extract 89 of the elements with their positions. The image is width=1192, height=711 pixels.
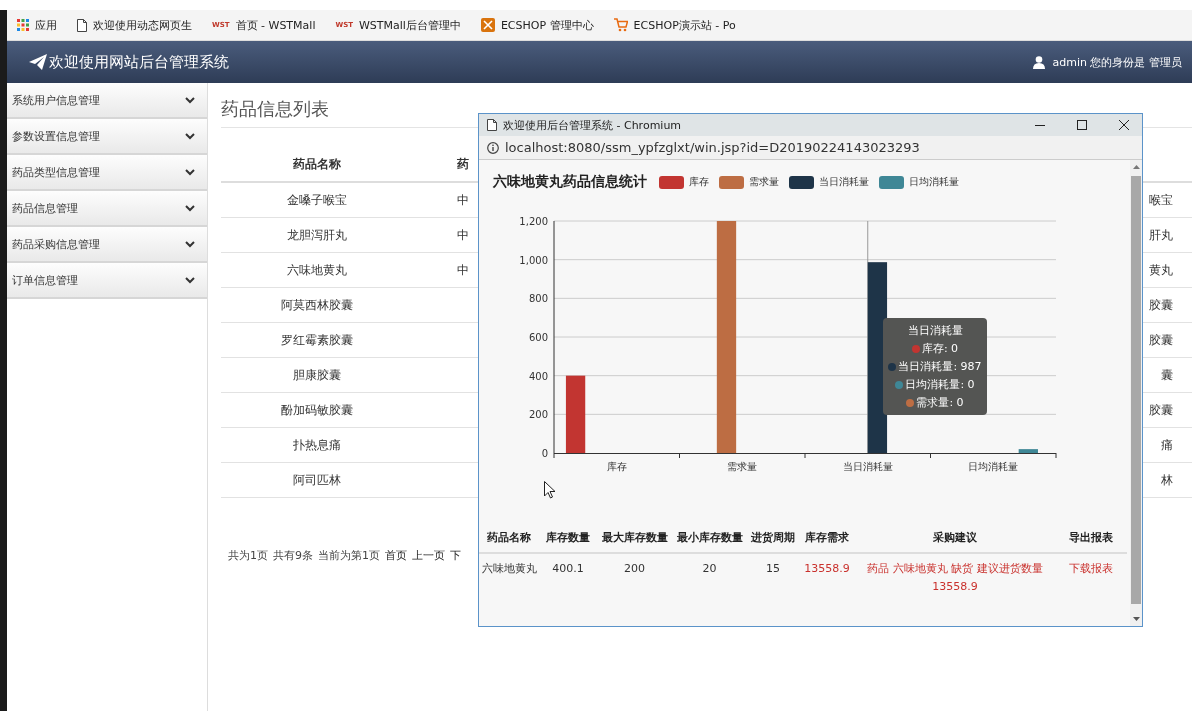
axis-label: 800 (528, 293, 548, 305)
table-cell: 15 (747, 553, 799, 602)
table-cell: 六味地黄丸 (221, 252, 413, 288)
bookmark[interactable]: 欢迎使用动态网页生 (77, 17, 192, 33)
axis-label: 400 (528, 370, 548, 382)
sidebar-item[interactable]: 参数设置信息管理 (7, 119, 207, 155)
chevron-down-icon (185, 276, 195, 284)
sidebar-item[interactable]: 药品类型信息管理 (7, 155, 207, 191)
sidebar-item[interactable]: 药品采购信息管理 (7, 227, 207, 263)
pagination-info: 共为1页 (228, 548, 268, 563)
info-icon (487, 141, 499, 154)
axis-label: 0 (541, 448, 548, 459)
mouse-pointer-icon (544, 481, 556, 499)
pagination-link[interactable]: 上一页 (412, 548, 445, 563)
tooltip-value: 库存: 0 (921, 341, 959, 356)
paper-plane-icon (29, 54, 47, 70)
chevron-down-icon (185, 204, 195, 212)
chevron-down-icon (185, 168, 195, 176)
axis-label: 600 (528, 332, 548, 343)
site-title: 欢迎使用网站后台管理系统 (49, 52, 229, 72)
user-info: admin 您的身份是 管理员 (1052, 54, 1182, 70)
bookmark[interactable]: ECSHOP 管理中心 (480, 17, 594, 33)
scroll-down-icon[interactable] (1132, 617, 1140, 621)
pagination-link[interactable]: 首页 (385, 548, 407, 563)
maximize-icon (1077, 120, 1087, 130)
page-icon (77, 18, 87, 32)
column-header: 库存数量 (539, 526, 597, 553)
table-cell: 400.1 (539, 553, 597, 602)
bookmark[interactable]: ECSHOP演示站 - Po (613, 17, 736, 33)
sidebar-item[interactable]: 系统用户信息管理 (7, 83, 207, 119)
legend-swatch[interactable] (789, 175, 814, 189)
tooltip-value: 需求量: 0 (916, 395, 964, 410)
axis-label: 日均消耗量 (968, 461, 1019, 472)
axis-label: 当日消耗量 (842, 461, 893, 472)
scrollbar[interactable] (1130, 160, 1142, 626)
sidebar-item[interactable]: 订单信息管理 (7, 263, 207, 299)
table-cell: 阿司匹林 (221, 462, 413, 498)
scroll-up-icon[interactable] (1132, 165, 1140, 169)
close-icon (1119, 120, 1129, 130)
legend-swatch[interactable] (719, 175, 744, 189)
table-cell: 200 (597, 553, 672, 602)
chevron-down-icon (185, 240, 195, 248)
user-icon (1032, 55, 1045, 69)
column-header: 最大库存数量 (597, 526, 672, 553)
column-header: 药品名称 (479, 526, 539, 553)
column-header: 最小库存数量 (672, 526, 747, 553)
legend-label[interactable]: 日均消耗量 (909, 175, 959, 189)
tooltip-value: 日均消耗量: 0 (905, 377, 975, 392)
square-icon (480, 18, 495, 32)
column-header: 导出报表 (1055, 526, 1127, 553)
column-header: 采购建议 (855, 526, 1055, 553)
pagination-info: 当前为第1页 (318, 548, 380, 563)
legend-label[interactable]: 当日消耗量 (819, 175, 869, 189)
axis-label: 需求量 (727, 461, 758, 472)
pagination-info: 共有9条 (273, 548, 313, 563)
column-header: 药品名称 (221, 148, 413, 182)
column-header: 库存需求 (799, 526, 855, 553)
apps-grid-icon (17, 19, 29, 31)
legend-label[interactable]: 需求量 (749, 175, 779, 189)
tooltip-value: 当日消耗量: 987 (898, 359, 982, 374)
chevron-down-icon (185, 96, 195, 104)
table-cell: 龙胆泻肝丸 (221, 217, 413, 253)
page-icon (487, 119, 497, 131)
chevron-down-icon (185, 132, 195, 140)
axis-label: 1,000 (519, 254, 548, 266)
table-cell: 罗红霉素胶囊 (221, 322, 413, 358)
axis-label: 库存 (606, 461, 627, 472)
table-cell: 阿莫西林胶囊 (221, 287, 413, 323)
legend-swatch[interactable] (659, 175, 684, 189)
table-cell: 胆康胶囊 (221, 357, 413, 393)
table-cell: 六味地黄丸 (479, 553, 539, 602)
axis-label: 200 (528, 409, 548, 421)
bookmark[interactable]: 应用 (17, 17, 57, 33)
bar[interactable] (565, 375, 586, 453)
legend-swatch[interactable] (879, 175, 904, 189)
cart-icon (613, 18, 628, 32)
table-cell: 金嗓子喉宝 (221, 182, 413, 218)
legend-label[interactable]: 库存 (689, 175, 709, 189)
sidebar-item[interactable]: 药品信息管理 (7, 191, 207, 227)
table-cell: 13558.9 (799, 553, 855, 602)
table-cell: 酚加码敏胶囊 (221, 392, 413, 428)
axis-label: 1,200 (519, 216, 548, 227)
table-cell: 扑热息痛 (221, 427, 413, 463)
table-cell: 20 (672, 553, 747, 602)
download-link[interactable]: 下载报表 (1069, 562, 1113, 575)
column-header: 进货周期 (747, 526, 799, 553)
table-cell: 药品 六味地黄丸 缺货 建议进货数量 13558.9 (855, 553, 1055, 602)
tooltip-title: 当日消耗量 (907, 323, 963, 338)
pagination-link[interactable]: 下 (450, 548, 461, 563)
